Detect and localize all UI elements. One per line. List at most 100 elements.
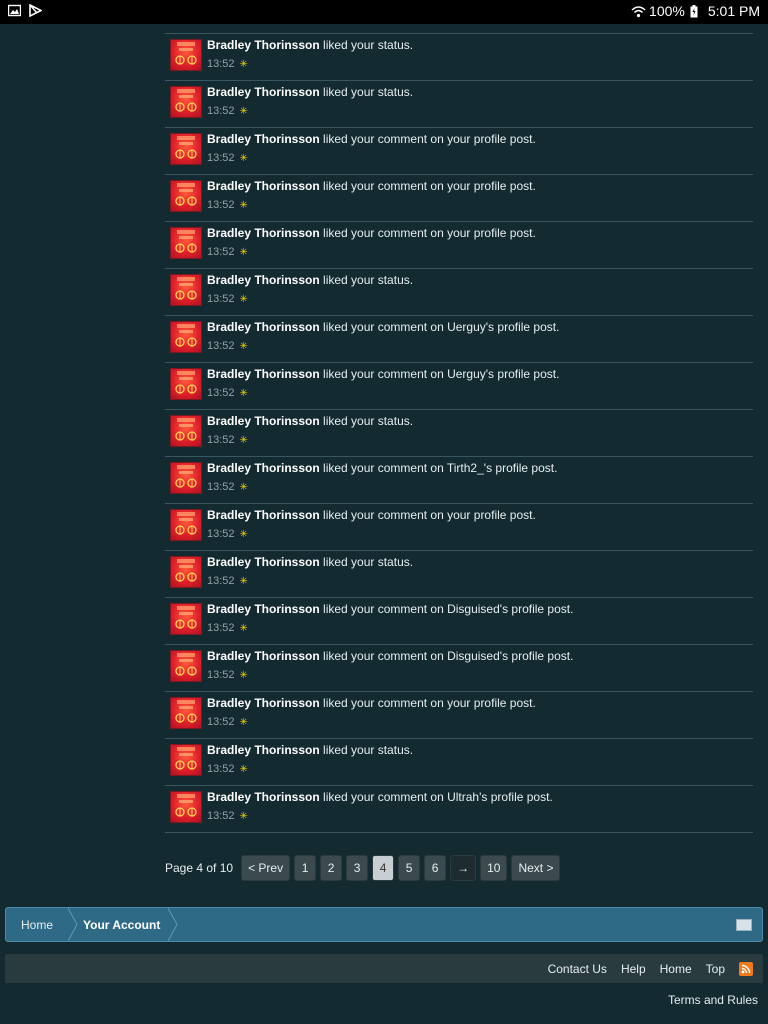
avatar[interactable] — [170, 509, 202, 541]
avatar[interactable] — [170, 180, 202, 212]
rss-icon[interactable] — [739, 961, 753, 976]
avatar[interactable] — [170, 321, 202, 353]
wifi-icon — [631, 5, 646, 18]
avatar[interactable] — [170, 744, 202, 776]
alert-text: Bradley Thorinsson liked your status. — [207, 38, 413, 52]
avatar[interactable] — [170, 227, 202, 259]
alert-item[interactable]: Bradley Thorinsson liked your comment on… — [165, 598, 753, 645]
alert-username[interactable]: Bradley Thorinsson — [207, 696, 320, 710]
alert-text: Bradley Thorinsson liked your status. — [207, 555, 413, 569]
like-icon: ✳ — [239, 387, 248, 399]
alert-item[interactable]: Bradley Thorinsson liked your status. 13:… — [165, 551, 753, 598]
page-3-button[interactable]: 3 — [346, 855, 369, 881]
alert-text: Bradley Thorinsson liked your status. — [207, 85, 413, 99]
alert-item[interactable]: Bradley Thorinsson liked your comment on… — [165, 363, 753, 410]
alert-item[interactable]: Bradley Thorinsson liked your comment on… — [165, 786, 753, 833]
alert-action: liked your comment on your profile post. — [323, 226, 536, 240]
avatar[interactable] — [170, 556, 202, 588]
alerts-list: Bradley Thorinsson liked your status. 13:… — [165, 33, 753, 833]
alert-username[interactable]: Bradley Thorinsson — [207, 414, 320, 428]
alert-item[interactable]: Bradley Thorinsson liked your status. 13:… — [165, 410, 753, 457]
alert-text: Bradley Thorinsson liked your comment on… — [207, 649, 573, 663]
alert-item[interactable]: Bradley Thorinsson liked your status. 13:… — [165, 81, 753, 128]
page-2-button[interactable]: 2 — [320, 855, 343, 881]
alert-item[interactable]: Bradley Thorinsson liked your comment on… — [165, 175, 753, 222]
alert-username[interactable]: Bradley Thorinsson — [207, 743, 320, 757]
avatar[interactable] — [170, 697, 202, 729]
alert-item[interactable]: Bradley Thorinsson liked your comment on… — [165, 504, 753, 551]
alert-time: 13:52 — [207, 58, 235, 70]
like-icon: ✳ — [239, 763, 248, 775]
breadcrumb-home[interactable]: Home — [21, 908, 53, 941]
alert-item[interactable]: Bradley Thorinsson liked your status. 13:… — [165, 269, 753, 316]
page: Bradley Thorinsson liked your status. 13:… — [0, 24, 768, 1024]
avatar[interactable] — [170, 368, 202, 400]
alert-item[interactable]: Bradley Thorinsson liked your comment on… — [165, 222, 753, 269]
status-bar: 100% 5:01 PM — [0, 0, 768, 24]
alert-username[interactable]: Bradley Thorinsson — [207, 38, 320, 52]
alert-username[interactable]: Bradley Thorinsson — [207, 85, 320, 99]
alert-time: 13:52 — [207, 246, 235, 258]
alert-username[interactable]: Bradley Thorinsson — [207, 320, 320, 334]
prev-page-button[interactable]: < Prev — [241, 855, 291, 881]
footer-help-link[interactable]: Help — [621, 962, 646, 976]
alert-username[interactable]: Bradley Thorinsson — [207, 508, 320, 522]
avatar[interactable] — [170, 39, 202, 71]
alert-item[interactable]: Bradley Thorinsson liked your comment on… — [165, 316, 753, 363]
avatar[interactable] — [170, 791, 202, 823]
alert-item[interactable]: Bradley Thorinsson liked your comment on… — [165, 645, 753, 692]
alert-action: liked your comment on your profile post. — [323, 179, 536, 193]
alert-username[interactable]: Bradley Thorinsson — [207, 461, 320, 475]
avatar[interactable] — [170, 133, 202, 165]
page-1-button[interactable]: 1 — [294, 855, 317, 881]
avatar[interactable] — [170, 603, 202, 635]
alert-text: Bradley Thorinsson liked your comment on… — [207, 179, 536, 193]
alert-username[interactable]: Bradley Thorinsson — [207, 179, 320, 193]
page-4-button-current[interactable]: 4 — [372, 855, 395, 881]
footer-top-link[interactable]: Top — [706, 962, 725, 976]
page-indicator: Page 4 of 10 — [165, 861, 234, 875]
avatar[interactable] — [170, 415, 202, 447]
battery-percent: 100% — [649, 3, 685, 19]
breadcrumb-your-account[interactable]: Your Account — [83, 908, 160, 941]
alert-time: 13:52 — [207, 763, 235, 775]
alert-item[interactable]: Bradley Thorinsson liked your comment on… — [165, 128, 753, 175]
breadcrumb: Home Your Account — [5, 907, 763, 942]
alert-item[interactable]: Bradley Thorinsson liked your status. 13:… — [165, 34, 753, 81]
page-6-button[interactable]: 6 — [424, 855, 447, 881]
pagination: Page 4 of 10 < Prev 1 2 3 4 5 6 → 10 Nex… — [165, 855, 561, 881]
footer-contact-us-link[interactable]: Contact Us — [548, 962, 607, 976]
alert-item[interactable]: Bradley Thorinsson liked your status. 13:… — [165, 739, 753, 786]
next-page-button[interactable]: Next > — [511, 855, 561, 881]
footer-home-link[interactable]: Home — [660, 962, 692, 976]
alert-action: liked your comment on your profile post. — [323, 508, 536, 522]
like-icon: ✳ — [239, 246, 248, 258]
clock: 5:01 PM — [707, 3, 760, 19]
alert-item[interactable]: Bradley Thorinsson liked your comment on… — [165, 692, 753, 739]
like-icon: ✳ — [239, 152, 248, 164]
alert-username[interactable]: Bradley Thorinsson — [207, 226, 320, 240]
alert-username[interactable]: Bradley Thorinsson — [207, 367, 320, 381]
page-5-button[interactable]: 5 — [398, 855, 421, 881]
page-10-button[interactable]: 10 — [480, 855, 508, 881]
avatar[interactable] — [170, 650, 202, 682]
like-icon: ✳ — [239, 199, 248, 211]
avatar[interactable] — [170, 86, 202, 118]
alert-username[interactable]: Bradley Thorinsson — [207, 649, 320, 663]
alert-action: liked your comment on Uerguy's profile p… — [323, 367, 560, 381]
alert-action: liked your status. — [323, 414, 414, 428]
avatar[interactable] — [170, 274, 202, 306]
alert-username[interactable]: Bradley Thorinsson — [207, 790, 320, 804]
like-icon: ✳ — [239, 481, 248, 493]
like-icon: ✳ — [239, 810, 248, 822]
alert-text: Bradley Thorinsson liked your comment on… — [207, 508, 536, 522]
alert-item[interactable]: Bradley Thorinsson liked your comment on… — [165, 457, 753, 504]
alert-username[interactable]: Bradley Thorinsson — [207, 132, 320, 146]
terms-and-rules-link[interactable]: Terms and Rules — [668, 993, 758, 1007]
avatar[interactable] — [170, 462, 202, 494]
page-skip-button[interactable]: → — [450, 855, 477, 881]
alert-username[interactable]: Bradley Thorinsson — [207, 273, 320, 287]
sitemap-icon[interactable] — [736, 919, 752, 931]
alert-username[interactable]: Bradley Thorinsson — [207, 602, 320, 616]
alert-username[interactable]: Bradley Thorinsson — [207, 555, 320, 569]
